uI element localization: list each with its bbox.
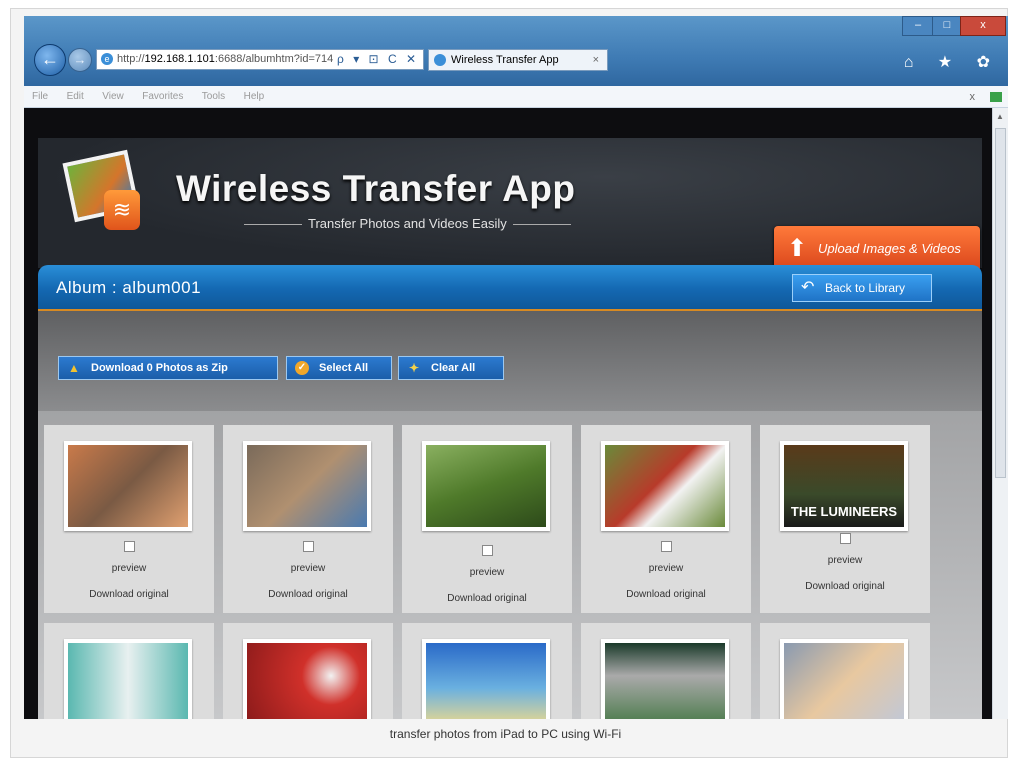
forward-arrow-icon[interactable]: → bbox=[68, 48, 92, 72]
preview-link[interactable]: preview bbox=[44, 563, 214, 574]
tab-title: Wireless Transfer App bbox=[451, 54, 559, 66]
menu-tools[interactable]: Tools bbox=[202, 86, 225, 108]
tab-close-icon[interactable]: × bbox=[593, 50, 599, 70]
thumbnail-overlay-text: THE LUMINEERS bbox=[790, 504, 898, 519]
compat-view-icon[interactable] bbox=[990, 92, 1002, 103]
address-prefix: http:// bbox=[117, 53, 145, 65]
back-arrow-icon: ↶ bbox=[801, 279, 815, 296]
download-original-link[interactable]: Download original bbox=[581, 589, 751, 600]
minimize-button[interactable]: – bbox=[902, 16, 934, 36]
tab-wireless-transfer[interactable]: Wireless Transfer App × bbox=[428, 49, 608, 71]
album-bar: Album : album001 ↶ Back to Library bbox=[38, 265, 982, 311]
maximize-button[interactable]: □ bbox=[932, 16, 962, 36]
preview-link[interactable]: preview bbox=[760, 555, 930, 566]
upload-arrow-icon: ⬆ bbox=[786, 235, 808, 262]
menu-file[interactable]: File bbox=[32, 86, 48, 108]
photo-thumbnail[interactable] bbox=[422, 441, 550, 531]
photo-card: preview Download original bbox=[44, 425, 214, 613]
photo-card: THE LUMINEERS preview Download original bbox=[760, 425, 930, 613]
address-controls[interactable]: ρ ▾ ⊡ C ✕ bbox=[337, 50, 419, 69]
scroll-thumb[interactable] bbox=[995, 128, 1006, 478]
app-header: ≋ Wireless Transfer App Transfer Photos … bbox=[38, 138, 982, 272]
select-all-label: Select All bbox=[319, 362, 369, 374]
photo-thumbnail[interactable]: THE LUMINEERS bbox=[780, 441, 908, 531]
menu-favorites[interactable]: Favorites bbox=[142, 86, 183, 108]
back-arrow-icon[interactable]: ← bbox=[34, 44, 66, 76]
preview-link[interactable]: preview bbox=[402, 567, 572, 578]
broom-icon: ✦ bbox=[408, 361, 420, 375]
menu-bar: File Edit View Favorites Tools Help x bbox=[24, 86, 1008, 108]
download-original-link[interactable]: Download original bbox=[760, 581, 930, 592]
title-bar: ← → e http://192.168.1.101:6688/albumhtm… bbox=[24, 16, 1008, 86]
app-title: Wireless Transfer App bbox=[176, 168, 576, 209]
menubar-close-icon[interactable]: x bbox=[969, 91, 981, 103]
photo-checkbox[interactable] bbox=[303, 541, 314, 552]
select-all-button[interactable]: ✓ Select All bbox=[286, 356, 392, 380]
photo-grid: preview Download original preview Downlo… bbox=[38, 411, 982, 719]
photo-thumbnail[interactable] bbox=[64, 639, 192, 719]
album-title: Album : album001 bbox=[56, 278, 202, 297]
download-original-link[interactable]: Download original bbox=[44, 589, 214, 600]
photo-card bbox=[44, 623, 214, 719]
photo-thumbnail[interactable] bbox=[422, 639, 550, 719]
photo-thumbnail[interactable] bbox=[601, 639, 729, 719]
ie-page-icon: e bbox=[101, 53, 113, 65]
menu-view[interactable]: View bbox=[102, 86, 124, 108]
address-rest: :6688/albumhtm?id=714 bbox=[214, 53, 334, 65]
download-zip-label: Download 0 Photos as Zip bbox=[91, 362, 228, 374]
check-circle-icon: ✓ bbox=[295, 361, 309, 375]
photo-thumbnail[interactable] bbox=[601, 441, 729, 531]
back-to-library-button[interactable]: ↶ Back to Library bbox=[792, 274, 932, 302]
download-original-link[interactable]: Download original bbox=[402, 593, 572, 604]
photo-checkbox[interactable] bbox=[124, 541, 135, 552]
ie-tab-icon bbox=[434, 54, 446, 66]
vertical-scrollbar[interactable]: ▲ bbox=[992, 108, 1008, 719]
back-label: Back to Library bbox=[825, 281, 906, 295]
image-caption: transfer photos from iPad to PC using Wi… bbox=[389, 727, 622, 741]
photo-card bbox=[760, 623, 930, 719]
address-bar[interactable]: e http://192.168.1.101:6688/albumhtm?id=… bbox=[96, 49, 424, 70]
upload-label: Upload Images & Videos bbox=[818, 241, 961, 256]
photo-thumbnail[interactable] bbox=[780, 639, 908, 719]
photo-thumbnail[interactable] bbox=[243, 441, 371, 531]
clear-all-label: Clear All bbox=[431, 362, 476, 374]
zip-icon: ▲ bbox=[68, 361, 80, 375]
app-logo-icon: ≋ bbox=[62, 149, 144, 234]
app-subtitle: Transfer Photos and Videos Easily bbox=[238, 216, 577, 231]
photo-thumbnail[interactable] bbox=[243, 639, 371, 719]
clear-all-button[interactable]: ✦ Clear All bbox=[398, 356, 504, 380]
download-zip-button[interactable]: ▲ Download 0 Photos as Zip bbox=[58, 356, 278, 380]
photo-card: preview Download original bbox=[223, 425, 393, 613]
photo-card bbox=[223, 623, 393, 719]
scroll-up-icon[interactable]: ▲ bbox=[996, 112, 1004, 121]
app-subtitle-text: Transfer Photos and Videos Easily bbox=[308, 216, 507, 231]
photo-card bbox=[402, 623, 572, 719]
menu-edit[interactable]: Edit bbox=[67, 86, 84, 108]
browser-window: ← → e http://192.168.1.101:6688/albumhtm… bbox=[24, 16, 1008, 719]
photo-checkbox[interactable] bbox=[482, 545, 493, 556]
menu-help[interactable]: Help bbox=[244, 86, 265, 108]
download-original-link[interactable]: Download original bbox=[223, 589, 393, 600]
photo-card: preview Download original bbox=[581, 425, 751, 613]
home-favorites-settings-icons[interactable]: ⌂ ★ ✿ bbox=[904, 52, 1000, 72]
photo-checkbox[interactable] bbox=[661, 541, 672, 552]
preview-link[interactable]: preview bbox=[223, 563, 393, 574]
album-toolbar: ▲ Download 0 Photos as Zip ✓ Select All … bbox=[38, 311, 982, 411]
page-content: ≋ Wireless Transfer App Transfer Photos … bbox=[24, 108, 992, 719]
photo-thumbnail[interactable] bbox=[64, 441, 192, 531]
address-host: 192.168.1.101 bbox=[144, 53, 215, 65]
photo-card: preview Download original bbox=[402, 425, 572, 613]
close-button[interactable]: x bbox=[960, 16, 1006, 36]
photo-checkbox[interactable] bbox=[840, 533, 851, 544]
preview-link[interactable]: preview bbox=[581, 563, 751, 574]
photo-card bbox=[581, 623, 751, 719]
menubar-right: x bbox=[969, 86, 1002, 108]
